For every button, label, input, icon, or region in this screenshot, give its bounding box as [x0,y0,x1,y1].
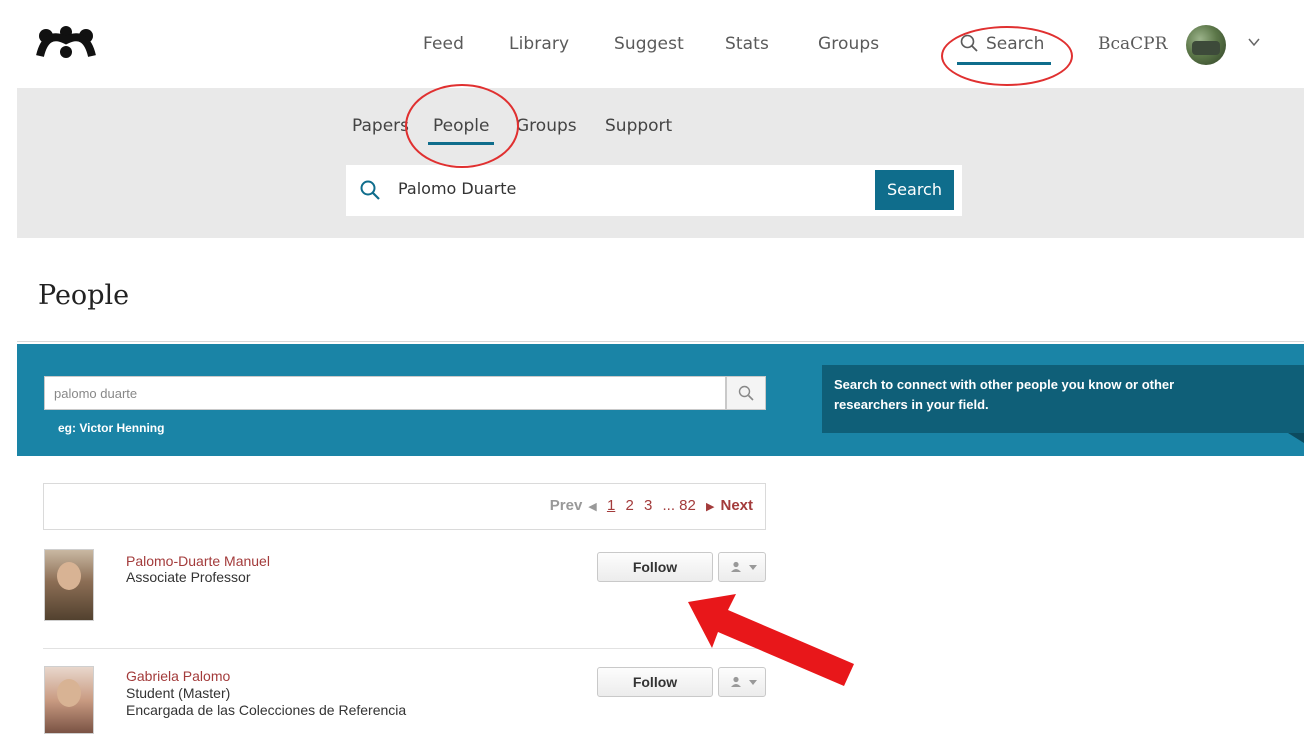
nav-groups[interactable]: Groups [818,34,879,54]
annotation-arrow-icon [688,594,854,686]
result-name[interactable]: Gabriela Palomo [126,668,230,684]
chevron-down-icon [749,565,757,570]
search-icon [738,385,754,401]
top-nav: Feed Library Suggest Stats Groups Search… [0,0,1304,88]
pager-prev[interactable]: Prev [550,497,583,514]
avatar[interactable] [1186,25,1226,65]
people-search-input[interactable]: palomo duarte [44,376,726,410]
divider [17,341,1304,342]
pager-page-1[interactable]: 1 [607,497,615,514]
pager-page-3[interactable]: 3 [644,497,652,514]
caret-right-icon: ▶ [706,501,715,513]
annotation-circle-people-tab [405,84,519,168]
nav-stats[interactable]: Stats [725,34,769,54]
page-title: People [38,280,130,311]
search-example: eg: Victor Henning [58,421,165,435]
subtab-groups[interactable]: Groups [516,116,577,136]
result-name[interactable]: Palomo-Duarte Manuel [126,553,270,569]
mendeley-logo-icon[interactable] [34,26,98,60]
pager-last[interactable]: ... 82 [662,497,695,514]
results-header: Prev ◀ 1 2 3 ... 82 ▶ Next [43,483,766,530]
search-button[interactable]: Search [875,170,954,210]
caret-left-icon: ◀ [588,501,597,513]
follow-button[interactable]: Follow [597,552,713,582]
user-icon [731,561,741,572]
nav-suggest[interactable]: Suggest [614,34,684,54]
main-search-input[interactable]: Palomo Duarte [398,179,516,198]
pagination: Prev ◀ 1 2 3 ... 82 ▶ Next [544,497,753,514]
main-search-box: Palomo Duarte Search [346,165,962,216]
result-role: Student (Master) [126,685,231,701]
search-icon [360,180,380,200]
subtab-support[interactable]: Support [605,116,672,136]
nav-feed[interactable]: Feed [423,34,464,54]
chevron-down-icon[interactable] [1248,36,1260,48]
info-panel-text: Search to connect with other people you … [834,377,1175,412]
avatar[interactable] [44,549,94,621]
user-name[interactable]: BcaCPR [1098,34,1167,54]
user-menu-button[interactable] [718,552,766,582]
people-search-value: palomo duarte [54,386,138,401]
result-role: Associate Professor [126,569,251,585]
pager-next[interactable]: Next [720,497,753,514]
info-panel-fold [1288,433,1304,443]
nav-library[interactable]: Library [509,34,569,54]
pager-page-2[interactable]: 2 [625,497,633,514]
people-search-button[interactable] [726,376,766,410]
annotation-circle-nav-search [941,26,1073,86]
result-position: Encargada de las Colecciones de Referenc… [126,702,407,718]
subtab-papers[interactable]: Papers [352,116,409,136]
avatar[interactable] [44,666,94,734]
row-divider [43,648,766,649]
